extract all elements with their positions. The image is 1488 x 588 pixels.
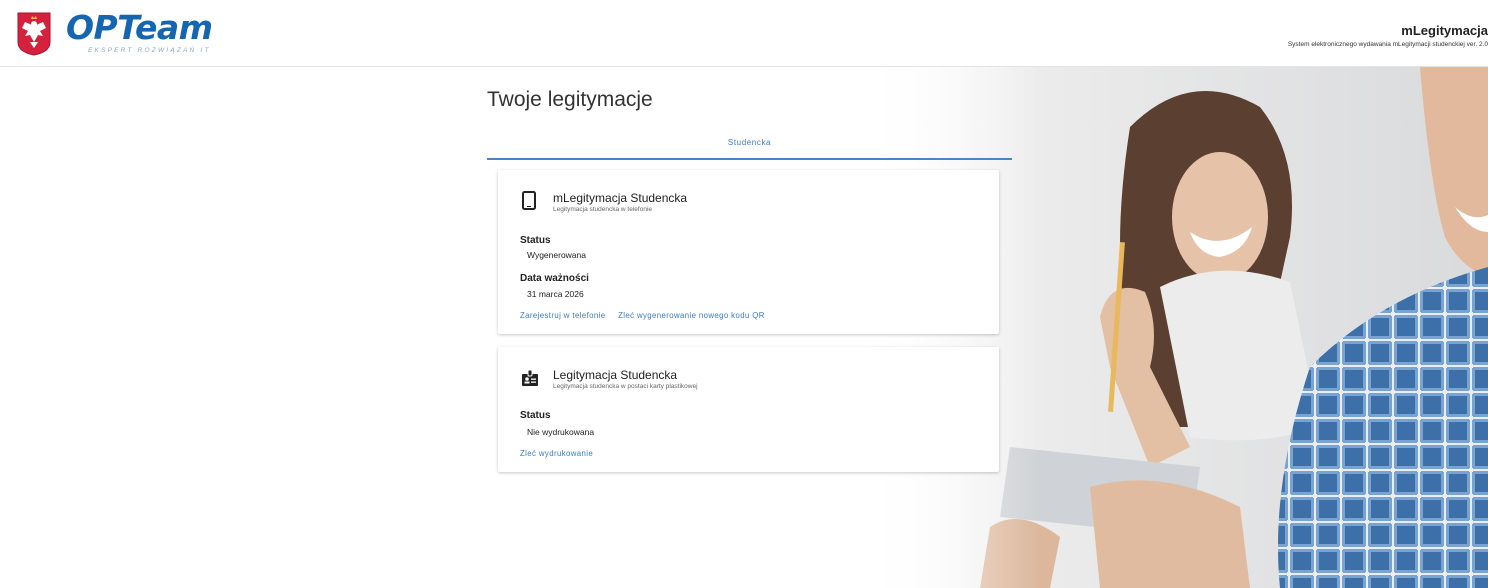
card-subtitle: Legitymacja studencka w postaci karty pl… xyxy=(553,383,698,390)
tab-studencka[interactable]: Studencka xyxy=(487,138,1012,147)
regenerate-qr-link[interactable]: Zleć wygenerowanie nowego kodu QR xyxy=(618,311,765,320)
top-header: OPTeam EKSPERT ROZWIĄZAŃ IT mLegitymacja… xyxy=(0,0,1488,67)
expiry-label: Data ważności xyxy=(520,273,589,284)
opteam-logo: OPTeam xyxy=(66,8,213,47)
expiry-value: 31 marca 2026 xyxy=(527,289,584,299)
register-phone-link[interactable]: Zarejestruj w telefonie xyxy=(520,311,605,320)
app-subtitle: System elektronicznego wydawania mLegity… xyxy=(1287,41,1488,48)
card-actions: Zleć wydrukowanie xyxy=(520,449,603,458)
status-value: Wygenerowana xyxy=(527,250,586,260)
poland-emblem-icon xyxy=(17,12,51,56)
card-actions: Zarejestruj w telefonie Zleć wygenerowan… xyxy=(520,311,775,320)
card-title: Legitymacja Studencka xyxy=(553,368,678,382)
mlegitymacja-card: mLegitymacja Studencka Legitymacja stude… xyxy=(498,170,999,334)
legitymacja-card: Legitymacja Studencka Legitymacja studen… xyxy=(498,347,999,472)
logo-subtitle: EKSPERT ROZWIĄZAŃ IT xyxy=(88,47,211,54)
id-badge-icon xyxy=(522,369,538,391)
card-subtitle: Legitymacja studencka w telefonie xyxy=(553,206,653,213)
phone-icon xyxy=(522,191,536,215)
status-label: Status xyxy=(520,235,551,246)
tab-bar: Studencka xyxy=(487,130,1012,160)
card-title: mLegitymacja Studencka xyxy=(553,191,688,205)
order-print-link[interactable]: Zleć wydrukowanie xyxy=(520,449,593,458)
app-title: mLegitymacja xyxy=(1401,23,1488,38)
status-label: Status xyxy=(520,410,551,421)
page-title: Twoje legitymacje xyxy=(487,88,653,111)
status-value: Nie wydrukowana xyxy=(527,427,595,437)
